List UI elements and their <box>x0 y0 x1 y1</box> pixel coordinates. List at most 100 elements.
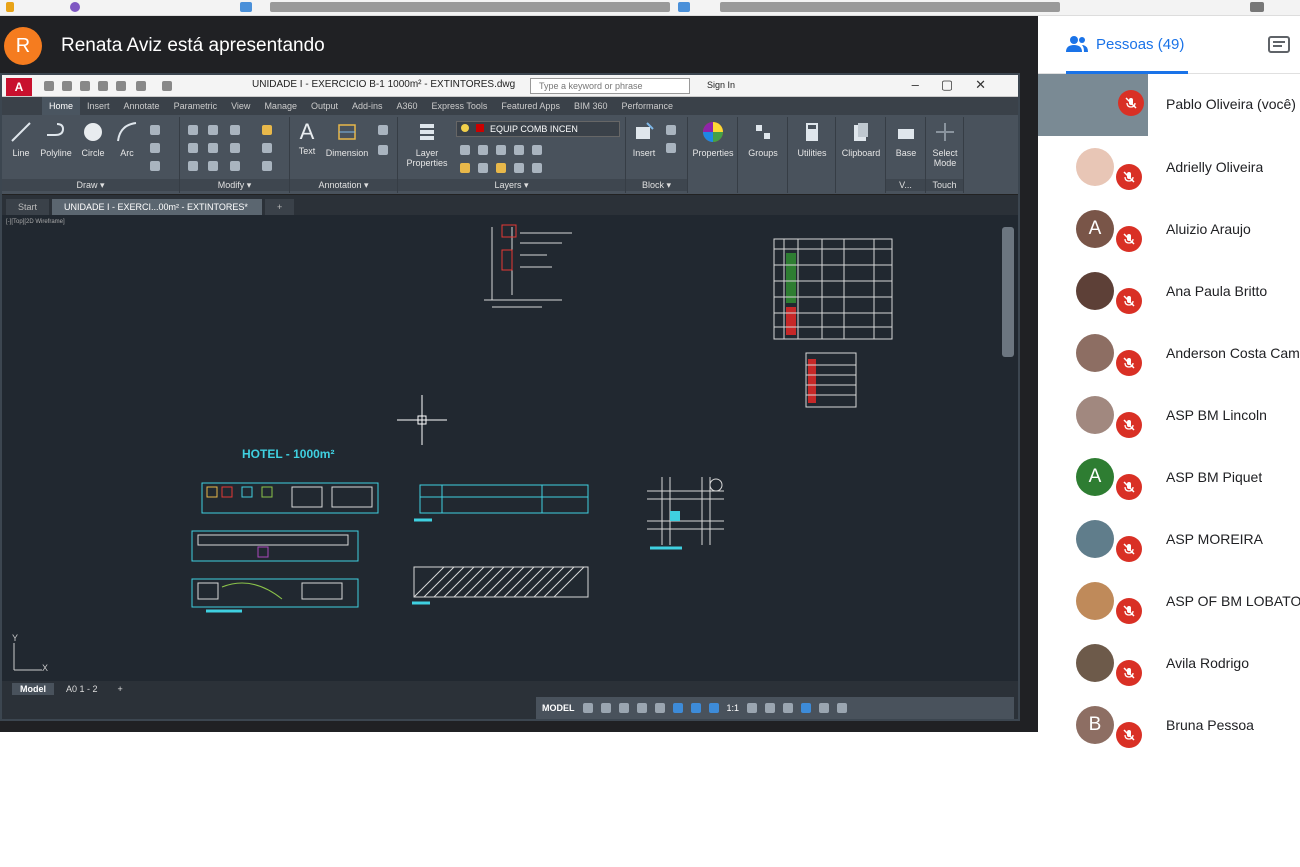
view-group-label[interactable]: V... <box>886 179 925 191</box>
clean-screen-icon[interactable] <box>819 703 830 713</box>
tab-home[interactable]: Home <box>42 97 81 115</box>
add-layout-button[interactable]: + <box>110 683 131 695</box>
mirror-icon[interactable] <box>208 143 218 153</box>
doc-tab-drawing[interactable]: UNIDADE I - EXERCI...00m² - EXTINTORES* <box>52 199 263 215</box>
layer-tool-4-icon[interactable] <box>514 145 524 155</box>
otrack-icon[interactable] <box>672 703 683 713</box>
fillet-icon[interactable] <box>230 143 240 153</box>
layer-tool-8-icon[interactable] <box>496 163 506 173</box>
tab-bim360[interactable]: BIM 360 <box>567 101 615 111</box>
participant-row[interactable]: Avila Rodrigo <box>1038 632 1300 692</box>
tab-view[interactable]: View <box>224 101 257 111</box>
participant-row[interactable]: Anderson Costa Cam <box>1038 322 1300 382</box>
tab-featured-apps[interactable]: Featured Apps <box>494 101 567 111</box>
participant-row[interactable]: A Aluizio Araujo <box>1038 198 1300 258</box>
osnap-icon[interactable] <box>654 703 665 713</box>
saveas-icon[interactable] <box>98 81 108 91</box>
scale-icon[interactable] <box>208 161 218 171</box>
lineweight-icon[interactable] <box>690 703 701 713</box>
ortho-icon[interactable] <box>618 703 629 713</box>
tab-insert[interactable]: Insert <box>80 101 117 111</box>
layers-group-label[interactable]: Layers ▾ <box>398 179 625 191</box>
workspace-icon[interactable] <box>747 703 758 713</box>
arc-tool[interactable]: Arc <box>112 121 142 158</box>
participant-row[interactable]: ASP OF BM LOBATO <box>1038 570 1300 630</box>
drawing-canvas[interactable]: [-][Top][2D Wireframe] HOTEL - 1000m² Y … <box>2 215 1018 681</box>
properties-tool[interactable]: Properties <box>690 121 736 158</box>
layer-tool-3-icon[interactable] <box>496 145 506 155</box>
layer-tool-2-icon[interactable] <box>478 145 488 155</box>
participant-row[interactable]: ASP BM Lincoln <box>1038 384 1300 444</box>
insert-tool[interactable]: Insert <box>628 121 660 158</box>
circle-tool[interactable]: Circle <box>78 121 108 158</box>
draw-group-label[interactable]: Draw ▾ <box>2 179 179 191</box>
clipboard-tool[interactable]: Clipboard <box>838 121 884 158</box>
layer-dropdown[interactable]: EQUIP COMB INCEN <box>456 121 620 137</box>
undo-icon[interactable] <box>136 81 146 91</box>
tab-addins[interactable]: Add-ins <box>345 101 390 111</box>
touch-group-label[interactable]: Touch <box>926 179 963 191</box>
window-controls[interactable]: –▢✕ <box>912 77 1008 93</box>
layer-tool-9-icon[interactable] <box>514 163 524 173</box>
tab-layout-a0[interactable]: A0 1 - 2 <box>58 683 106 695</box>
base-tool[interactable]: Base <box>888 121 924 158</box>
sign-in-link[interactable]: Sign In <box>707 80 735 90</box>
participant-row[interactable]: A ASP BM Piquet <box>1038 446 1300 506</box>
redo-icon[interactable] <box>162 81 172 91</box>
tab-people[interactable]: Pessoas (49) <box>1066 35 1184 53</box>
autocad-logo[interactable]: A <box>6 78 32 96</box>
explode-icon[interactable] <box>262 143 272 153</box>
doc-tab-start[interactable]: Start <box>6 199 50 215</box>
tab-parametric[interactable]: Parametric <box>167 101 225 111</box>
rectangle-icon[interactable] <box>150 125 160 135</box>
region-icon[interactable] <box>150 161 160 171</box>
text-tool[interactable]: A Text <box>294 121 320 157</box>
save-icon[interactable] <box>80 81 90 91</box>
tab-output[interactable]: Output <box>304 101 345 111</box>
annotation-scale-icon[interactable] <box>708 703 719 713</box>
tab-a360[interactable]: A360 <box>390 101 425 111</box>
isolate-icon[interactable] <box>801 703 812 713</box>
snap-icon[interactable] <box>600 703 611 713</box>
tab-annotate[interactable]: Annotate <box>117 101 167 111</box>
dimension-tool[interactable]: Dimension <box>322 121 372 158</box>
trim-icon[interactable] <box>230 125 240 135</box>
grid-icon[interactable] <box>582 703 593 713</box>
participant-row[interactable]: ASP MOREIRA <box>1038 508 1300 568</box>
create-block-icon[interactable] <box>666 125 676 135</box>
plus-icon[interactable] <box>765 703 776 713</box>
hatch-icon[interactable] <box>150 143 160 153</box>
modify-group-label[interactable]: Modify ▾ <box>180 179 289 191</box>
stretch-icon[interactable] <box>188 161 198 171</box>
participant-row[interactable]: Ana Paula Britto <box>1038 260 1300 320</box>
select-mode-tool[interactable]: Select Mode <box>928 121 962 168</box>
rotate-icon[interactable] <box>208 125 218 135</box>
scale-value[interactable]: 1:1 <box>727 703 740 713</box>
layer-tool-5-icon[interactable] <box>532 145 542 155</box>
polyline-tool[interactable]: Polyline <box>38 121 74 158</box>
model-space-toggle[interactable]: MODEL <box>542 703 575 713</box>
line-tool[interactable]: Line <box>6 121 36 158</box>
erase-icon[interactable] <box>262 125 272 135</box>
offset-icon[interactable] <box>262 161 272 171</box>
participant-row[interactable]: Adrielly Oliveira <box>1038 136 1300 196</box>
participant-row[interactable]: B Bruna Pessoa <box>1038 694 1300 754</box>
edit-block-icon[interactable] <box>666 143 676 153</box>
move-icon[interactable] <box>188 125 198 135</box>
groups-tool[interactable]: Groups <box>740 121 786 158</box>
layer-tool-10-icon[interactable] <box>532 163 542 173</box>
array-icon[interactable] <box>230 161 240 171</box>
layer-tool-7-icon[interactable] <box>478 163 488 173</box>
tab-model[interactable]: Model <box>12 683 54 695</box>
utilities-tool[interactable]: Utilities <box>790 121 834 158</box>
chat-icon[interactable] <box>1268 36 1290 61</box>
table-icon[interactable] <box>378 145 388 155</box>
plot-icon[interactable] <box>116 81 126 91</box>
layer-properties-tool[interactable]: Layer Properties <box>406 121 448 168</box>
tab-express-tools[interactable]: Express Tools <box>425 101 495 111</box>
vertical-scrollbar[interactable] <box>1002 227 1014 357</box>
open-icon[interactable] <box>62 81 72 91</box>
tab-performance[interactable]: Performance <box>614 101 680 111</box>
leader-icon[interactable] <box>378 125 388 135</box>
search-input[interactable]: Type a keyword or phrase <box>530 78 690 94</box>
